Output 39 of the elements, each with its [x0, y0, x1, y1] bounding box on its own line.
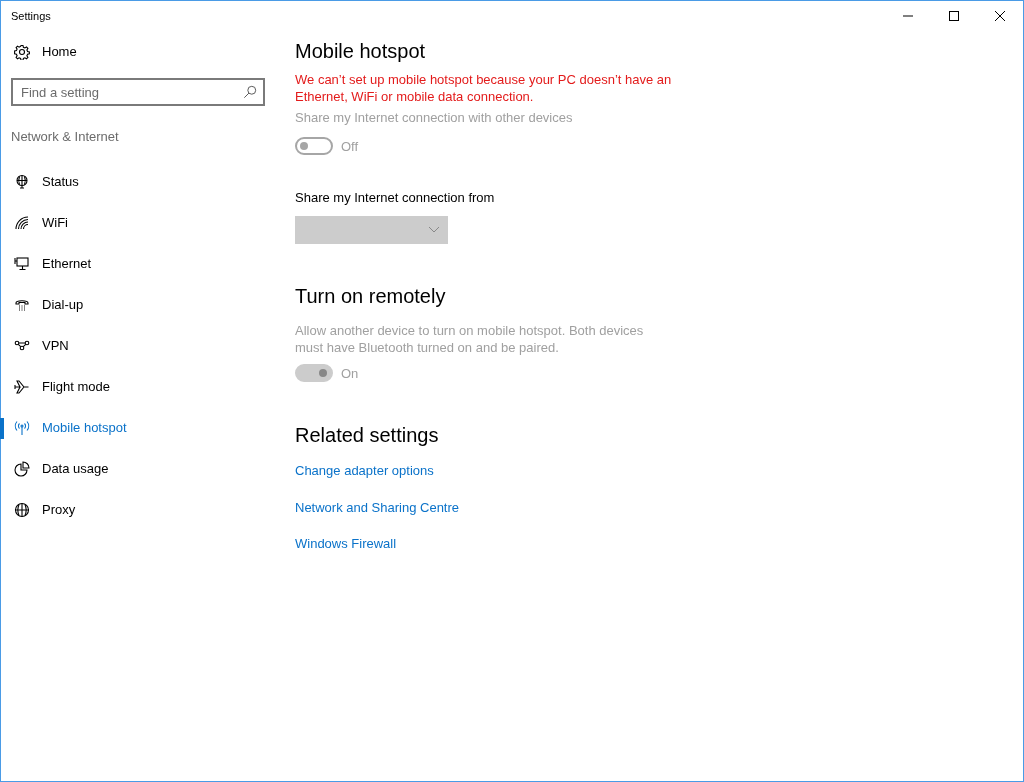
settings-link[interactable]: Change adapter options — [295, 461, 434, 481]
page-title: Mobile hotspot — [295, 39, 427, 63]
settings-link[interactable]: Network and Sharing Centre — [295, 497, 460, 517]
sidebar-item[interactable]: Proxy — [1, 489, 273, 531]
sidebar-item[interactable]: VPN — [1, 325, 273, 367]
sidebar-item[interactable]: Flight mode — [1, 366, 273, 408]
settings-icon — [14, 43, 30, 60]
sidebar-item[interactable]: WiFi — [1, 202, 273, 244]
section-title: Related settings — [295, 423, 440, 447]
toggle-label: Share my Internet connection with other devices — [295, 109, 574, 127]
sidebar-item[interactable]: Dial-up — [1, 284, 273, 326]
phone-icon — [14, 297, 30, 313]
close-icon — [995, 11, 1005, 21]
home-nav-item[interactable]: Home — [1, 31, 273, 72]
search-field[interactable]: Find a setting — [11, 78, 265, 106]
wifi-icon — [14, 215, 30, 231]
dropdown-label: Share my Internet connection from — [295, 189, 496, 207]
sidebar-item[interactable]: Data usage — [1, 448, 273, 490]
sidebar-item[interactable]: Ethernet — [1, 243, 273, 285]
toggle-state: On — [341, 364, 359, 383]
pie-chart-icon — [14, 461, 30, 477]
globe-icon — [14, 502, 30, 518]
sidebar-item[interactable]: Status — [1, 161, 273, 203]
window-title: Settings — [11, 8, 52, 24]
settings-link[interactable]: Windows Firewall — [295, 534, 397, 554]
toggle-state: Off — [341, 137, 359, 156]
sidebar-item[interactable]: Mobile hotspot — [1, 407, 273, 449]
description-text: Allow another device to turn on mobile hotspot. Both devices must have Bluetooth turned on and be paired. — [295, 321, 645, 356]
minimize-icon — [903, 15, 913, 17]
maximize-icon — [949, 11, 959, 21]
chevron-down-icon — [428, 225, 440, 234]
error-message: We can’t set up mobile hotspot because your PC doesn’t have an Ethernet, WiFi or mobile data connection. — [295, 71, 673, 105]
airplane-icon — [14, 379, 30, 395]
monitor-icon — [14, 256, 30, 272]
section-heading: Network & Internet — [11, 128, 120, 146]
search-icon — [243, 85, 257, 99]
section-title: Turn on remotely — [295, 283, 447, 308]
hotspot-icon — [14, 420, 30, 436]
globe-monitor-icon — [14, 174, 30, 190]
